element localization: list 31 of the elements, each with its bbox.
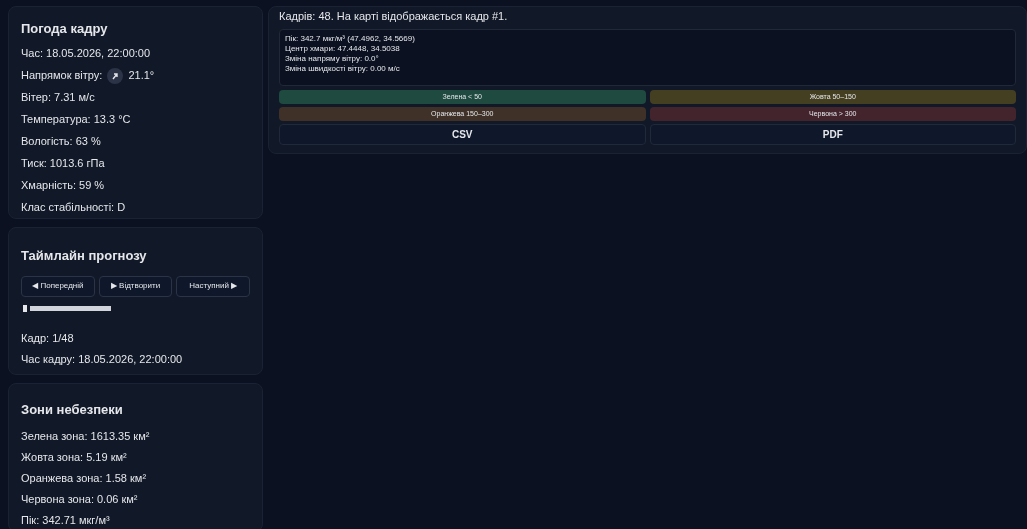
panel-title: Погода кадру	[21, 20, 109, 38]
frame-time: Час кадру: 18.05.2026, 22:00:00	[21, 352, 184, 368]
zone-line: Пік: 342.71 мкг/м³	[21, 512, 111, 528]
weather-line: Вологість: 63 %	[21, 134, 102, 150]
wind-label: Напрямок вітру:	[21, 68, 103, 84]
weather-line: Хмарність: 59 %	[21, 178, 106, 194]
weather-line: Температура: 13.3 °C	[21, 112, 132, 128]
timeline-button[interactable]: Наступний ▶	[176, 275, 250, 297]
weather-line: Час: 18.05.2026, 22:00:00	[21, 46, 152, 62]
timeline-button[interactable]: ▶ Відтворити	[98, 275, 173, 297]
zone-line: Червона зона: 0.06 км²	[21, 491, 139, 507]
weather-line: Клас стабільності: D	[21, 200, 127, 216]
detail-line: Центр хмари: 47.4448, 34.5038	[285, 44, 401, 54]
zone-line: Оранжева зона: 1.58 км²	[21, 470, 148, 486]
frame-counter: Кадр: 1/48	[21, 331, 75, 347]
export-button[interactable]: PDF	[649, 124, 1016, 145]
frame-slider[interactable]	[23, 305, 111, 311]
timeline-button[interactable]: ◀ Попередній	[21, 275, 95, 297]
wind-value: 21.1°	[128, 68, 155, 84]
export-button[interactable]: CSV	[279, 124, 646, 145]
detail-line: Зміна швидкості вітру: 0.00 м/с	[285, 64, 401, 74]
weather-line: Тиск: 1013.6 гПа	[21, 156, 106, 172]
detail-line: Зміна напряму вітру: 0.0°	[285, 54, 380, 64]
zone-line: Жовта зона: 5.19 км²	[21, 449, 128, 465]
zone-line: Зелена зона: 1613.35 км²	[21, 428, 151, 444]
frame-summary: Кадрів: 48. На карті відображається кадр #1.	[279, 9, 509, 23]
weather-line: Вітер: 7.31 м/с	[21, 90, 96, 106]
panel-title: Зони небезпеки	[21, 401, 124, 419]
slider-thumb[interactable]	[23, 304, 30, 312]
detail-line: Пік: 342.7 мкг/м³ (47.4962, 34.5669)	[285, 34, 416, 44]
panel-title: Таймлайн прогнозу	[21, 247, 148, 265]
